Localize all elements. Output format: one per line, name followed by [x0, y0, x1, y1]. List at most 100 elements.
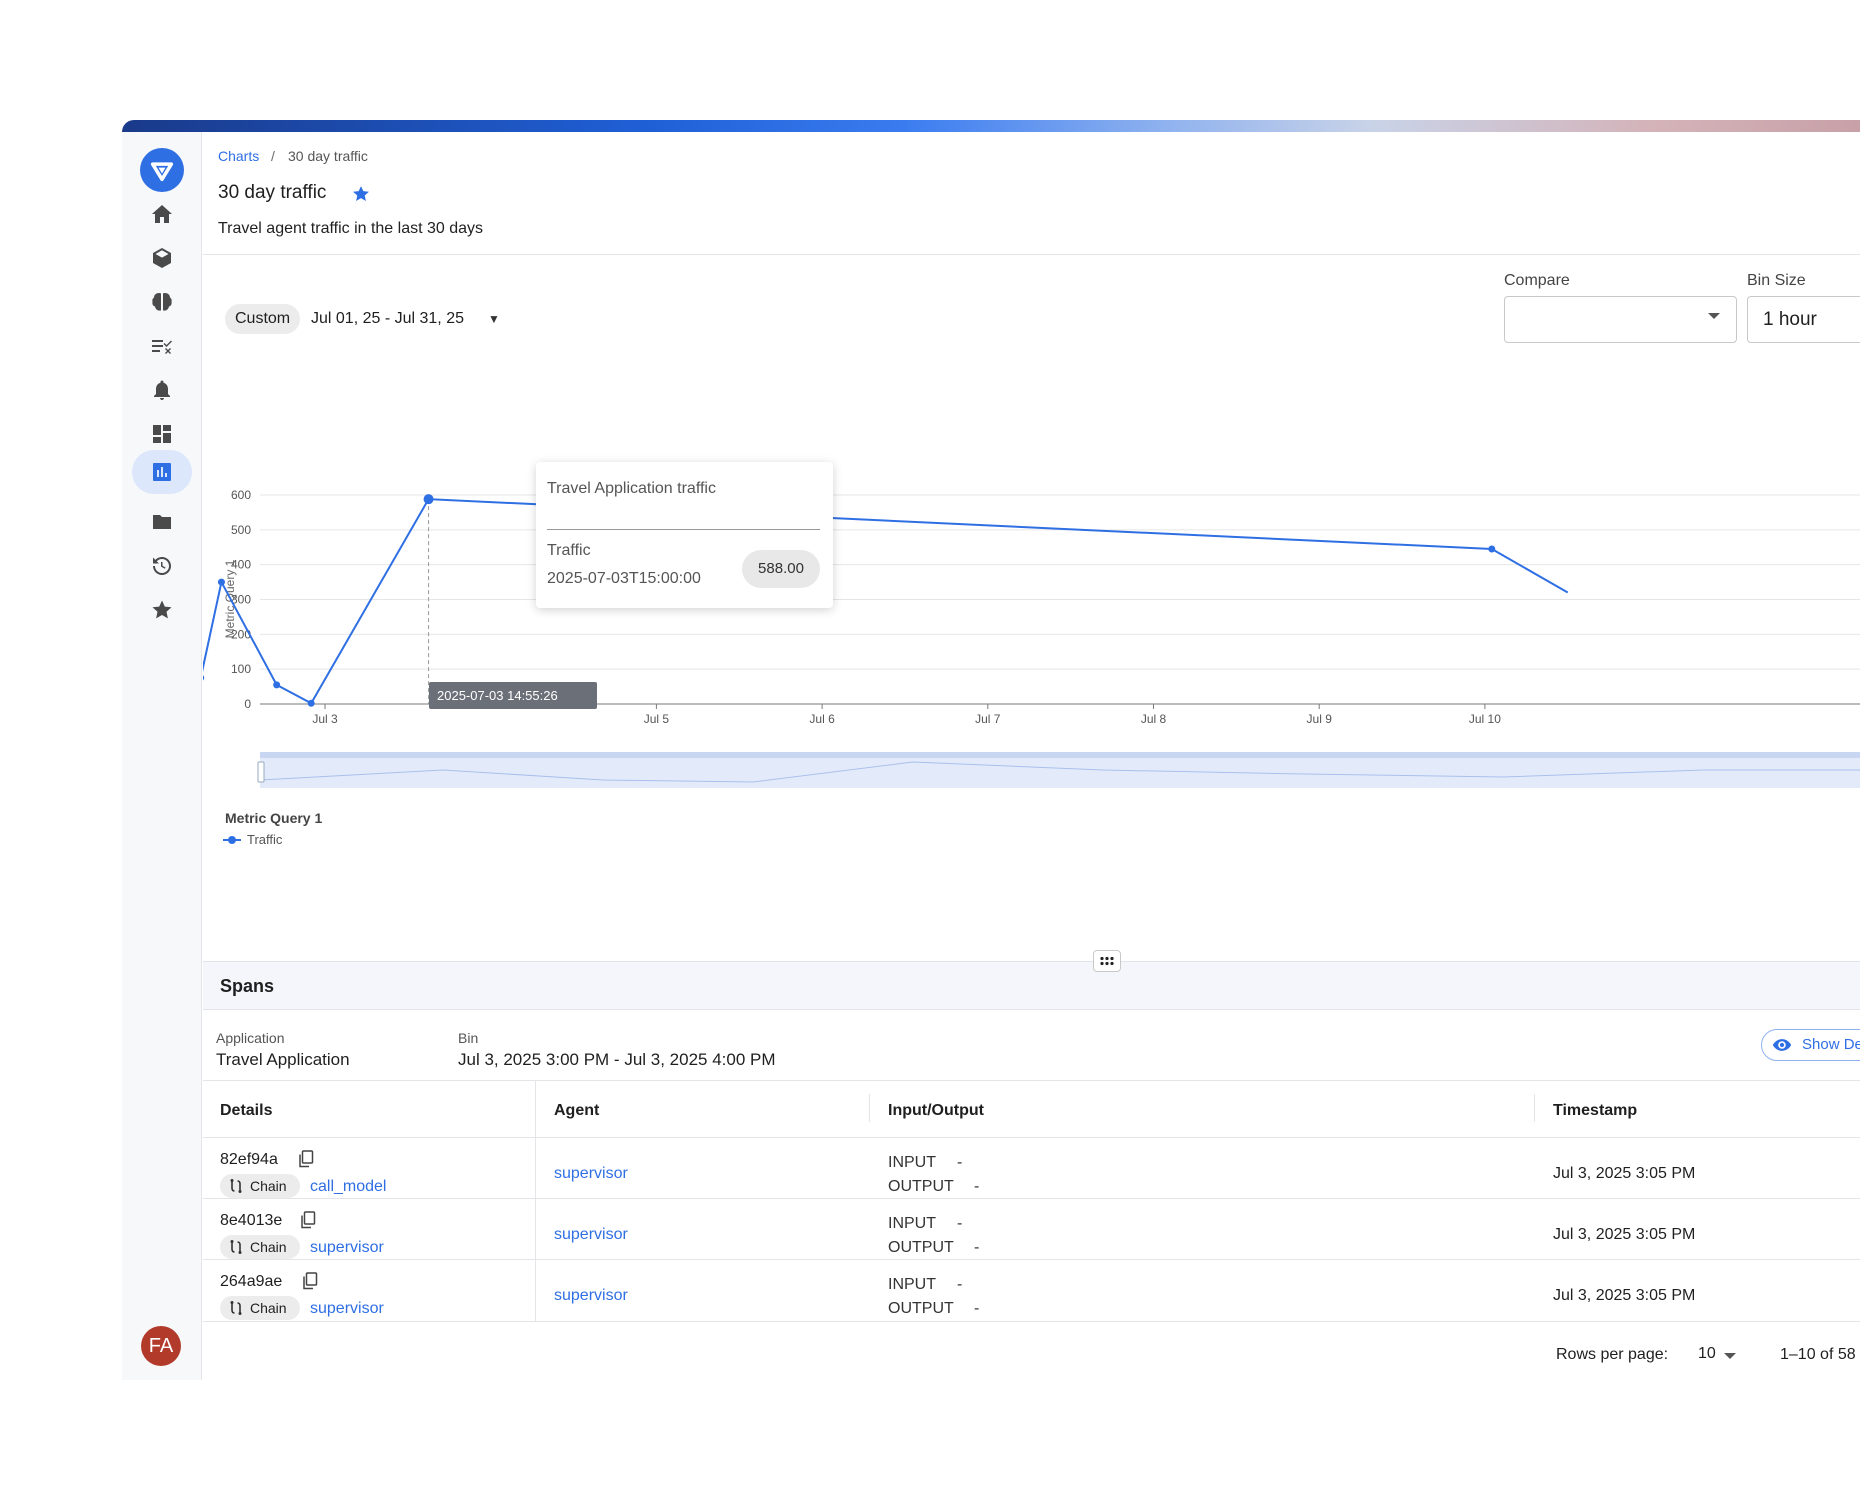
agent-link[interactable]: supervisor — [554, 1226, 628, 1244]
tooltip-timestamp: 2025-07-03T15:00:00 — [547, 570, 701, 587]
traffic-data-point — [307, 699, 315, 707]
column-header-agent[interactable]: Agent — [554, 1102, 599, 1120]
compare-caret-icon — [1708, 313, 1720, 319]
brain-icon — [152, 293, 172, 311]
x-tick-label: Jul 9 — [1307, 712, 1333, 726]
breadcrumb-separator: / — [271, 148, 275, 164]
bin-value: Jul 3, 2025 3:00 PM - Jul 3, 2025 4:00 P… — [458, 1050, 776, 1069]
table-top-divider — [203, 1080, 1860, 1081]
sidebar-item-datasets[interactable] — [132, 500, 192, 544]
x-tick-label: Jul 3 — [312, 712, 338, 726]
span-kind-chip: Chain — [220, 1235, 300, 1259]
breadcrumb-charts-link[interactable]: Charts — [218, 148, 259, 164]
copy-icon[interactable] — [300, 1211, 316, 1229]
home-icon — [152, 205, 172, 223]
breadcrumb-current: 30 day traffic — [288, 148, 368, 164]
sidebar-item-intelligence[interactable] — [132, 280, 192, 324]
user-avatar[interactable]: FA — [141, 1326, 181, 1366]
folder-icon — [153, 515, 171, 529]
column-header-details[interactable]: Details — [220, 1102, 272, 1120]
bin-size-label: Bin Size — [1747, 272, 1806, 289]
output-label: OUTPUT — [888, 1239, 954, 1256]
traffic-data-point — [1488, 545, 1496, 553]
span-name-link[interactable]: supervisor — [310, 1239, 384, 1257]
span-kind-chip: Chain — [220, 1174, 300, 1198]
spans-title: Spans — [220, 976, 275, 996]
favorite-star-icon[interactable] — [351, 184, 371, 204]
span-name-link[interactable]: supervisor — [310, 1300, 384, 1318]
legend-item-traffic[interactable]: Traffic — [223, 832, 282, 847]
date-range-picker[interactable]: Jul 01, 25 - Jul 31, 25 — [311, 310, 464, 328]
x-tick-label: Jul 8 — [1141, 712, 1167, 726]
column-header-input-output[interactable]: Input/Output — [888, 1102, 984, 1120]
tooltip-value-badge: 588.00 — [742, 550, 820, 588]
application-value: Travel Application — [216, 1050, 350, 1069]
x-cursor-label: 2025-07-03 14:55:26 — [429, 682, 597, 709]
spans-header: Spans — [203, 962, 1860, 1010]
logo-icon — [150, 162, 174, 182]
bell-icon — [154, 380, 170, 400]
span-timestamp: Jul 3, 2025 3:05 PM — [1553, 1165, 1696, 1182]
span-kind-chip: Chain — [220, 1296, 300, 1320]
output-label: OUTPUT — [888, 1300, 954, 1317]
page-description: Travel agent traffic in the last 30 days — [218, 220, 484, 237]
output-value: - — [974, 1178, 980, 1195]
rows-per-page-caret-icon[interactable] — [1724, 1353, 1736, 1359]
tooltip-divider — [547, 529, 820, 530]
copy-icon[interactable] — [298, 1150, 314, 1168]
eye-icon — [1772, 1039, 1792, 1051]
compare-label: Compare — [1504, 272, 1570, 289]
header-row-divider — [203, 1137, 1860, 1138]
sidebar-item-charts[interactable] — [132, 450, 192, 494]
column-header-timestamp[interactable]: Timestamp — [1553, 1102, 1637, 1120]
chart-tooltip: Travel Application traffic Traffic 2025-… — [536, 462, 833, 608]
sidebar-item-history[interactable] — [132, 544, 192, 588]
bin-size-select[interactable]: 1 hour — [1747, 296, 1860, 343]
copy-icon[interactable] — [302, 1272, 318, 1290]
sidebar-item-favorites[interactable] — [132, 588, 192, 632]
input-value: - — [957, 1215, 963, 1232]
compare-select[interactable] — [1504, 296, 1737, 343]
y-tick-label: 600 — [231, 488, 251, 502]
span-id: 8e4013e — [220, 1212, 283, 1229]
application-label: Application — [216, 1030, 285, 1046]
date-mode-chip[interactable]: Custom — [225, 304, 301, 334]
agent-link[interactable]: supervisor — [554, 1165, 628, 1183]
column-separator — [869, 1094, 870, 1122]
show-details-button[interactable]: Show De — [1761, 1029, 1860, 1061]
agent-link[interactable]: supervisor — [554, 1287, 628, 1305]
star-icon — [152, 600, 172, 619]
main-content: Charts / 30 day traffic 30 day traffic T… — [203, 132, 1860, 1380]
span-id: 82ef94a — [220, 1151, 278, 1168]
x-tick-label: Jul 10 — [1469, 712, 1501, 726]
input-label: INPUT — [888, 1276, 936, 1293]
pagination-range: 1–10 of 58 — [1780, 1346, 1856, 1363]
output-label: OUTPUT — [888, 1178, 954, 1195]
sidebar-item-evaluations[interactable] — [132, 324, 192, 368]
span-timestamp: Jul 3, 2025 3:05 PM — [1553, 1226, 1696, 1243]
page-title: 30 day traffic — [218, 182, 327, 203]
cube-icon — [153, 248, 171, 268]
y-tick-label: 500 — [231, 523, 251, 537]
drag-dots-icon — [1100, 956, 1114, 966]
brand-gradient-bar — [122, 120, 1860, 132]
span-id: 264a9ae — [220, 1273, 283, 1290]
span-name-link[interactable]: call_model — [310, 1178, 386, 1196]
chart-icon — [153, 463, 171, 481]
input-value: - — [957, 1154, 963, 1171]
date-range-caret-icon[interactable]: ▼ — [488, 312, 500, 326]
app-logo[interactable] — [140, 148, 184, 192]
rows-per-page-select[interactable]: 10 — [1698, 1345, 1716, 1363]
sidebar-item-models[interactable] — [132, 236, 192, 280]
sidebar-item-alerts[interactable] — [132, 368, 192, 412]
traffic-data-point — [273, 681, 281, 689]
sidebar-nav: FA — [122, 132, 202, 1380]
input-label: INPUT — [888, 1215, 936, 1232]
sidebar-item-home[interactable] — [132, 192, 192, 236]
traffic-line-chart[interactable]: 0100200300400500600Metric Query 1Jul 3 Ju… — [203, 382, 1860, 802]
resize-handle-icon[interactable] — [1093, 950, 1121, 972]
legend-swatch — [223, 835, 241, 845]
row-divider — [203, 1259, 1860, 1260]
chain-icon — [230, 1240, 242, 1254]
traffic-data-point — [217, 578, 225, 586]
